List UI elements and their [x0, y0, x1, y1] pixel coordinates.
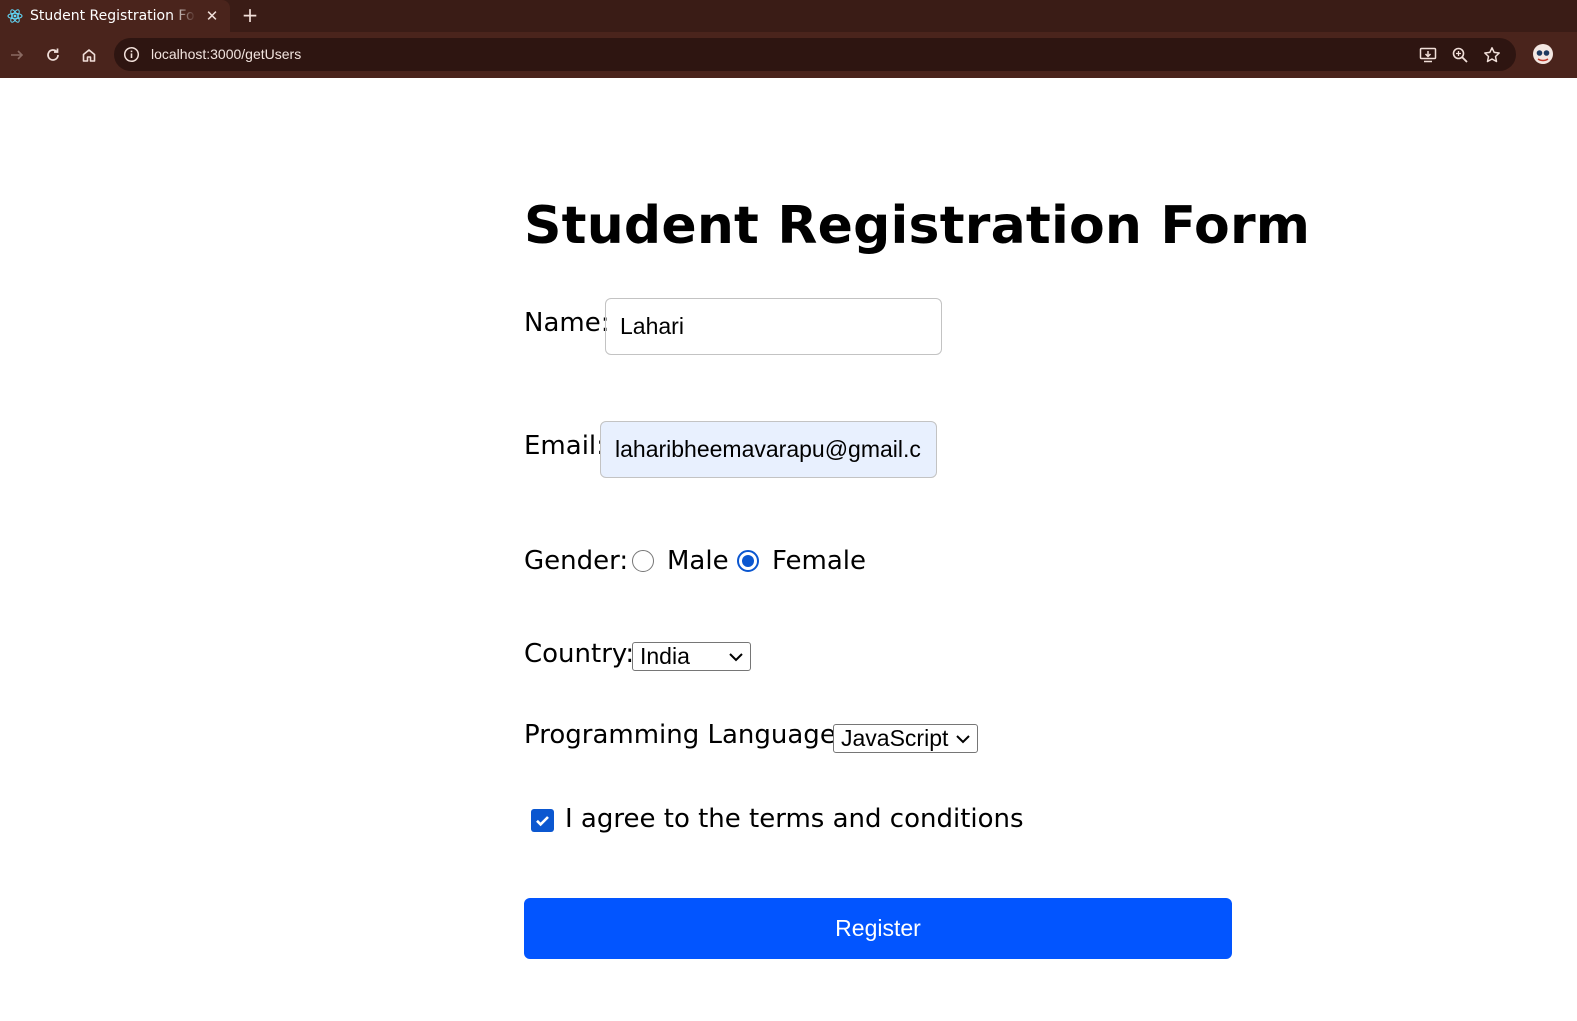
forward-icon[interactable] — [5, 43, 29, 67]
checkmark-icon — [536, 816, 549, 827]
gender-option-female: Female — [772, 546, 867, 576]
country-selected-value: India — [640, 643, 690, 669]
page-content: Student Registration Form Name: Lahari E… — [0, 78, 1577, 1021]
new-tab-button[interactable]: + — [238, 3, 262, 27]
country-select[interactable]: India — [632, 642, 751, 671]
gender-radio-male[interactable] — [632, 550, 654, 572]
email-label: Email: — [524, 431, 605, 461]
name-input[interactable]: Lahari — [605, 298, 942, 355]
language-selected-value: JavaScript — [841, 725, 949, 751]
gender-label: Gender: — [524, 546, 629, 576]
close-tab-icon[interactable]: ✕ — [202, 6, 222, 26]
name-label: Name: — [524, 308, 610, 338]
terms-label: I agree to the terms and conditions — [565, 804, 1024, 834]
install-app-icon[interactable] — [1417, 44, 1439, 66]
chevron-down-icon — [729, 653, 743, 662]
home-icon[interactable] — [77, 43, 101, 67]
reload-icon[interactable] — [41, 43, 65, 67]
gender-radio-female[interactable] — [737, 550, 759, 572]
address-bar[interactable]: localhost:3000/getUsers — [114, 38, 1516, 71]
bookmark-star-icon[interactable] — [1481, 44, 1503, 66]
browser-toolbar: localhost:3000/getUsers — [0, 32, 1577, 78]
email-input[interactable]: laharibheemavarapu@gmail.c — [600, 421, 937, 478]
language-select[interactable]: JavaScript — [833, 724, 978, 753]
react-favicon-icon — [6, 7, 24, 25]
tab-title: Student Registration Form — [30, 8, 196, 24]
chevron-down-icon — [956, 735, 970, 744]
terms-checkbox[interactable] — [531, 809, 554, 832]
profile-avatar-icon[interactable] — [1530, 41, 1556, 67]
browser-tab[interactable]: Student Registration Form ✕ — [0, 0, 230, 32]
language-label: Programming Language: — [524, 720, 845, 750]
gender-option-male: Male — [667, 546, 729, 576]
site-info-icon[interactable] — [123, 46, 140, 63]
url-text[interactable]: localhost:3000/getUsers — [151, 38, 301, 71]
zoom-icon[interactable] — [1449, 44, 1471, 66]
country-label: Country: — [524, 639, 635, 669]
page-title: Student Registration Form — [524, 196, 1311, 256]
tab-strip: Student Registration Form ✕ + — [0, 0, 1577, 32]
register-button[interactable]: Register — [524, 898, 1232, 959]
